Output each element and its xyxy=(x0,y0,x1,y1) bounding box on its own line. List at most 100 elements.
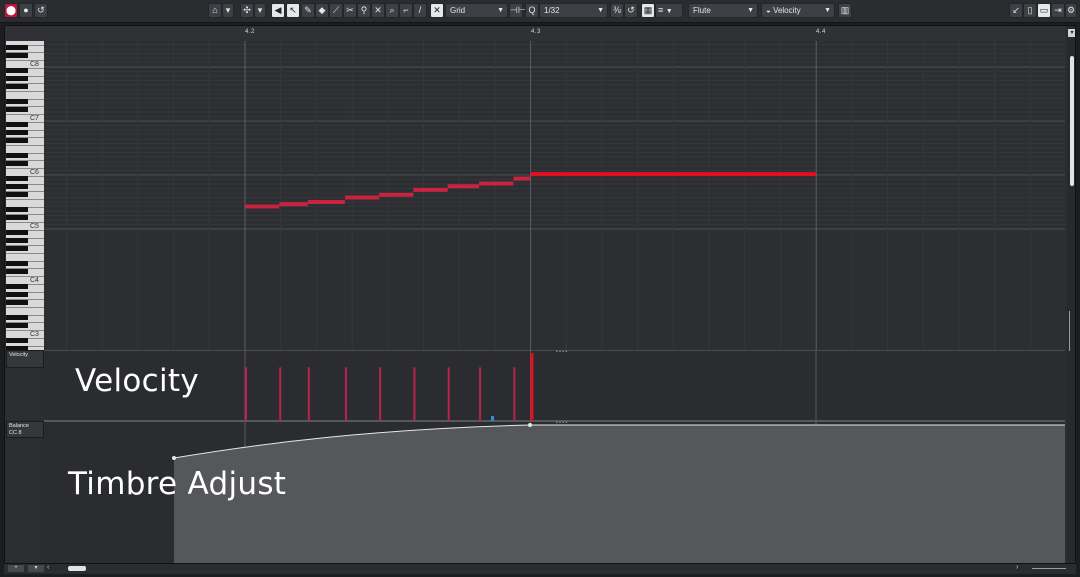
black-key[interactable] xyxy=(6,314,28,320)
horizontal-scrollbar-thumb[interactable] xyxy=(68,566,86,571)
split-tool-icon[interactable]: ✂ xyxy=(343,3,357,18)
vertical-scrollbar[interactable]: ▾ xyxy=(1067,26,1075,572)
black-key[interactable] xyxy=(6,230,28,236)
black-key[interactable] xyxy=(6,68,28,74)
note-grid[interactable] xyxy=(44,41,1065,350)
black-key[interactable] xyxy=(6,98,28,104)
pointer-tool-icon[interactable]: ↖ xyxy=(286,3,300,18)
black-key[interactable] xyxy=(6,299,28,305)
controller-point[interactable] xyxy=(172,456,176,460)
color-scheme-icon[interactable]: ▦ xyxy=(641,3,655,18)
midi-note[interactable] xyxy=(279,202,308,207)
midi-note[interactable] xyxy=(307,200,345,204)
ruler[interactable]: 4.2 4.3 4.4 xyxy=(5,26,1065,42)
velocity-bar[interactable] xyxy=(307,367,310,421)
velocity-bar[interactable] xyxy=(279,367,282,421)
speaker-icon[interactable]: ◀ xyxy=(271,3,285,18)
velocity-bar[interactable] xyxy=(530,353,534,421)
instrument-select[interactable]: Flute ▼ xyxy=(688,3,758,18)
glue-tool-icon[interactable]: ⚲ xyxy=(357,3,371,18)
black-key[interactable] xyxy=(6,52,28,58)
black-key[interactable] xyxy=(6,291,28,297)
velocity-lane-label[interactable]: Velocity xyxy=(6,350,44,368)
midi-note[interactable] xyxy=(379,192,414,197)
black-key[interactable] xyxy=(6,284,28,290)
black-key[interactable] xyxy=(6,214,28,220)
black-key[interactable] xyxy=(6,122,28,128)
midi-note[interactable] xyxy=(513,176,531,181)
eraser-tool-icon[interactable]: ◆ xyxy=(315,3,329,18)
lower-zone-icon[interactable]: ▭ xyxy=(1037,3,1051,18)
velocity-bar[interactable] xyxy=(479,367,482,421)
black-key[interactable] xyxy=(6,245,28,251)
black-key[interactable] xyxy=(6,206,28,212)
scroll-right-icon[interactable]: › xyxy=(1016,564,1018,571)
black-key[interactable] xyxy=(6,237,28,243)
controller-lane-label[interactable]: Balance CC 8 xyxy=(6,421,44,438)
horizontal-zoom-slider[interactable] xyxy=(1032,568,1066,569)
settings-icon[interactable]: ⚙ xyxy=(1065,3,1077,18)
line-tool-icon[interactable]: ⌐ xyxy=(399,3,413,18)
black-key[interactable] xyxy=(6,268,28,274)
lane-param-select[interactable]: ◒ Velocity ▼ xyxy=(761,3,835,18)
loop-icon[interactable]: ↺ xyxy=(34,3,48,18)
black-key[interactable] xyxy=(6,322,28,328)
black-key[interactable] xyxy=(6,338,28,344)
scroll-up-icon[interactable]: ▾ xyxy=(1068,29,1075,37)
midi-note[interactable] xyxy=(413,187,448,192)
mute-tool-icon[interactable]: ✕ xyxy=(371,3,385,18)
mixer-icon[interactable]: ✣ xyxy=(240,3,254,18)
inspector-icon[interactable]: ▯ xyxy=(1023,3,1037,18)
midi-note[interactable] xyxy=(479,181,514,186)
lane-resize-handle[interactable]: • • • • xyxy=(556,421,567,426)
piano-keyboard[interactable]: C8 C7 C6 C5 C4 C3 xyxy=(6,41,44,350)
camera-icon[interactable]: ⌂ xyxy=(208,3,222,18)
midi-note[interactable] xyxy=(245,204,280,209)
black-key[interactable] xyxy=(6,106,28,112)
cursor-snap-icon[interactable]: ⊣⊢ xyxy=(509,3,526,18)
velocity-bar[interactable] xyxy=(379,367,382,421)
black-key[interactable] xyxy=(6,152,28,158)
lane-resize-handle[interactable]: • • • • xyxy=(556,350,567,355)
color-mode-select[interactable]: ≡ ▼ xyxy=(655,3,683,18)
scroll-left-icon[interactable]: ‹ xyxy=(47,564,49,571)
vertical-zoom-slider[interactable] xyxy=(1069,311,1075,351)
black-key[interactable] xyxy=(6,75,28,81)
collapse-icon[interactable]: ↙ xyxy=(1009,3,1023,18)
black-key[interactable] xyxy=(6,83,28,89)
controller-point[interactable] xyxy=(528,423,532,427)
black-key[interactable] xyxy=(6,191,28,197)
velocity-bar[interactable] xyxy=(447,367,450,421)
velocity-bar[interactable] xyxy=(245,367,247,421)
scrollbar-thumb[interactable] xyxy=(1070,56,1074,186)
dropdown-arrow-icon[interactable]: ▾ xyxy=(222,3,234,18)
black-key[interactable] xyxy=(6,176,28,182)
zoom-tool-icon[interactable]: ⌕ xyxy=(385,3,399,18)
dropdown-arrow-icon[interactable]: ▾ xyxy=(254,3,266,18)
add-lane-icon[interactable]: + xyxy=(8,565,24,572)
quantize-icon[interactable]: Q xyxy=(525,3,539,18)
editor-window-icon[interactable]: ⇥ xyxy=(1051,3,1065,18)
snap-mode-select[interactable]: Grid ▼ xyxy=(445,3,508,18)
trim-tool-icon[interactable]: ⟋ xyxy=(329,3,343,18)
midi-note[interactable] xyxy=(447,184,480,189)
snap-toggle-icon[interactable]: ✕ xyxy=(430,3,444,18)
pencil-tool-icon[interactable]: ✎ xyxy=(301,3,315,18)
lane-menu-icon[interactable]: ▾ xyxy=(28,565,44,572)
black-key[interactable] xyxy=(6,44,28,50)
velocity-bar[interactable] xyxy=(513,367,516,421)
midi-note[interactable] xyxy=(530,172,817,177)
record-icon[interactable]: ⬤ xyxy=(4,3,18,18)
quantize-preset-icon[interactable]: ⅜ xyxy=(610,3,624,18)
quantize-apply-icon[interactable]: ↺ xyxy=(624,3,638,18)
black-key[interactable] xyxy=(6,183,28,189)
quantize-select[interactable]: 1/32 ▼ xyxy=(539,3,608,18)
midi-note[interactable] xyxy=(344,195,380,200)
solo-icon[interactable]: ● xyxy=(19,3,33,18)
velocity-bar[interactable] xyxy=(344,367,347,421)
black-key[interactable] xyxy=(6,260,28,266)
black-key[interactable] xyxy=(6,137,28,143)
black-key[interactable] xyxy=(6,129,28,135)
velocity-bar[interactable] xyxy=(413,367,416,421)
black-key[interactable] xyxy=(6,160,28,166)
